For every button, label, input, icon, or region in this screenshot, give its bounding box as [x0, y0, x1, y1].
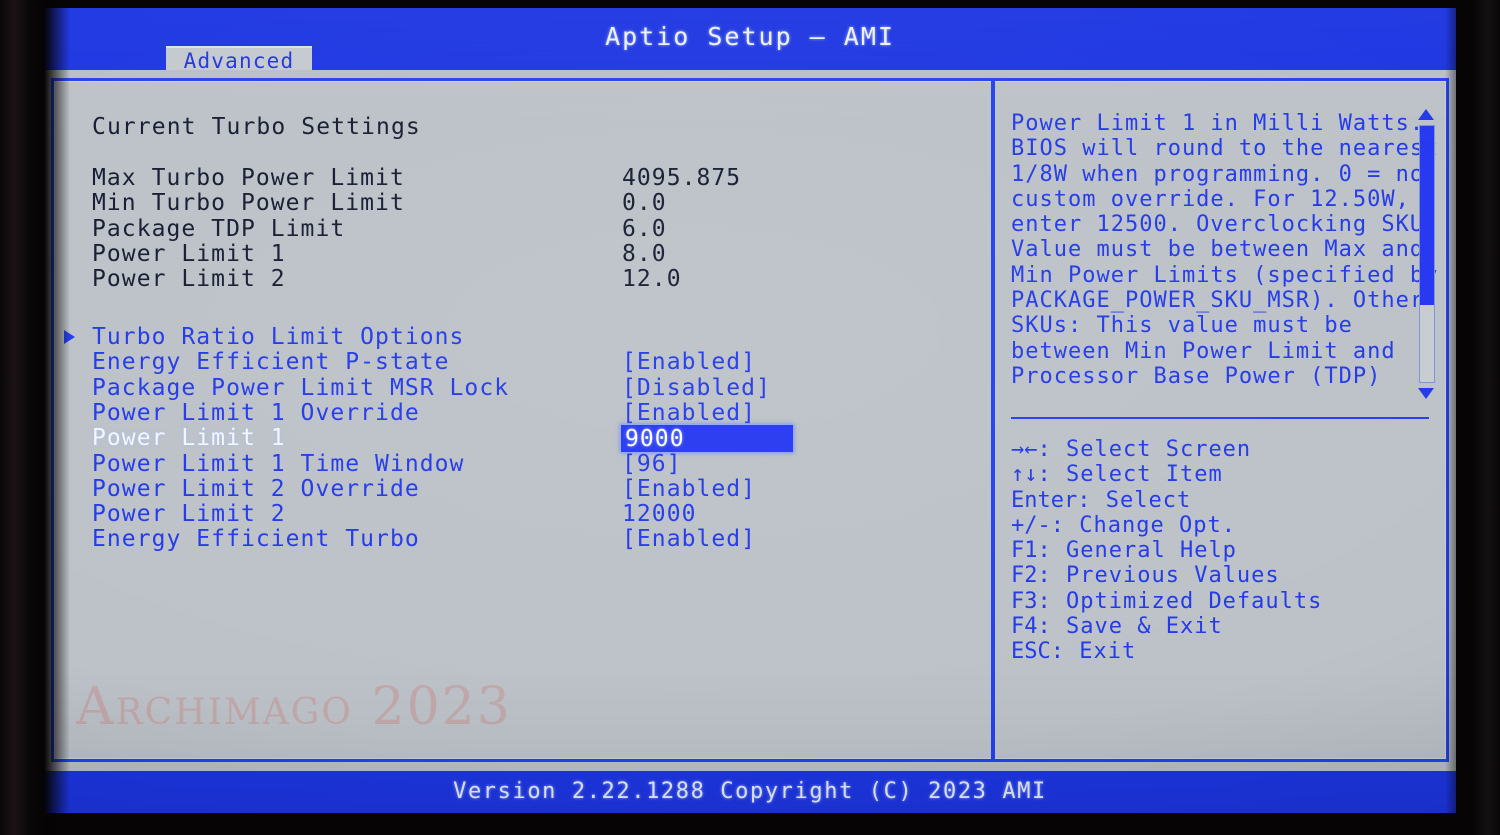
menu-item-value[interactable]: [96]	[622, 451, 682, 477]
key-glyph: ESC	[1011, 639, 1051, 665]
key-glyph: +/-	[1011, 512, 1051, 538]
help-text: Power Limit 1 in Milli Watts. BIOS will r…	[1011, 111, 1439, 389]
help-line: Power Limit 1 in Milli Watts.	[1011, 111, 1425, 136]
menu-item-energy-efficient-p-state[interactable]: Energy Efficient P-state	[92, 349, 450, 375]
menu-item-power-limit-1-time-window[interactable]: Power Limit 1 Time Window	[92, 451, 464, 477]
section-title: Current Turbo Settings	[92, 114, 421, 140]
menu-item-value[interactable]: [Enabled]	[622, 349, 756, 375]
info-row-value: 0.0	[622, 190, 667, 217]
info-row-value: 12.0	[622, 266, 682, 293]
menu-item-value[interactable]: [Enabled]	[622, 526, 756, 552]
submenu-arrow-icon	[64, 330, 75, 344]
menu-item-value[interactable]: [Disabled]	[622, 375, 771, 401]
help-line: 1/8W when programming. 0 = no	[1011, 161, 1425, 187]
title-bar: Aptio Setup – AMI Advanced	[44, 8, 1456, 76]
menu-item-energy-efficient-turbo[interactable]: Energy Efficient Turbo	[92, 526, 420, 552]
help-line: Processor Base Power (TDP)	[1011, 363, 1382, 389]
photographed-monitor: Aptio Setup – AMI Advanced Current Turbo…	[0, 0, 1500, 835]
info-row-value: 6.0	[622, 215, 667, 242]
menu-item-power-limit-2[interactable]: Power Limit 2	[92, 501, 286, 527]
help-line: custom override. For 12.50W,	[1011, 186, 1410, 212]
help-line: enter 12500. Overclocking SKU:	[1011, 212, 1439, 238]
help-line: between Min Power Limit and	[1011, 338, 1396, 364]
info-row-label: Package TDP Limit	[92, 215, 346, 242]
help-line: SKUs: This value must be	[1011, 313, 1353, 339]
key-action-label: : Save & Exit	[1037, 614, 1223, 640]
info-row-value: 8.0	[622, 240, 667, 267]
help-line: Min Power Limits (specified by	[1011, 262, 1439, 288]
menu-item-value[interactable]: [Enabled]	[622, 400, 756, 426]
key-hint: F2: Previous Values	[1011, 563, 1431, 588]
value-edit-text: 9000	[625, 426, 685, 453]
key-hint: ↑↓: Select Item	[1011, 462, 1431, 487]
key-hint: →←: Select Screen	[1011, 437, 1431, 462]
menu-item-power-limit-2-override[interactable]: Power Limit 2 Override	[92, 476, 420, 502]
key-hint: ESC: Exit	[1011, 639, 1431, 664]
menu-item-value[interactable]: [Enabled]	[622, 476, 756, 502]
value-edit-field[interactable]: 9000	[620, 424, 794, 454]
info-row-label: Min Turbo Power Limit	[92, 190, 405, 217]
key-glyph: ↑↓	[1011, 462, 1038, 488]
key-glyph: F4	[1011, 614, 1038, 640]
key-hint: F4: Save & Exit	[1011, 614, 1431, 639]
help-line: Value must be between Max and	[1011, 237, 1425, 263]
key-legend: →←: Select Screen ↑↓: Select Item Enter: S…	[1011, 437, 1431, 665]
key-hint: Enter: Select	[1011, 488, 1431, 513]
setup-body: Current Turbo Settings Max Turbo Power L…	[51, 78, 1449, 762]
menu-item-package-power-limit-msr-lock[interactable]: Package Power Limit MSR Lock	[92, 375, 509, 401]
setup-body-frame: Current Turbo Settings Max Turbo Power L…	[44, 70, 1456, 771]
status-bar: Version 2.22.1288 Copyright (C) 2023 AMI	[44, 771, 1456, 813]
key-glyph: F2	[1011, 563, 1038, 589]
key-action-label: : Select Item	[1037, 462, 1223, 488]
photo-watermark: Archimago 2023	[76, 677, 512, 737]
key-hint: F3: Optimized Defaults	[1011, 589, 1431, 614]
help-pane: Power Limit 1 in Milli Watts. BIOS will r…	[999, 81, 1446, 759]
menu-item-power-limit-1[interactable]: Power Limit 1	[92, 425, 286, 451]
info-row-label: Power Limit 2	[92, 266, 286, 293]
info-row-label: Max Turbo Power Limit	[92, 165, 405, 191]
pane-divider	[991, 81, 995, 759]
key-hint: F1: General Help	[1011, 538, 1431, 563]
help-line: BIOS will round to the nearest	[1011, 136, 1439, 162]
version-text: Version 2.22.1288 Copyright (C) 2023 AMI	[453, 779, 1047, 804]
help-scrollbar[interactable]	[1416, 109, 1436, 399]
menu-item-power-limit-1-override[interactable]: Power Limit 1 Override	[92, 400, 420, 426]
settings-pane: Current Turbo Settings Max Turbo Power L…	[54, 81, 989, 759]
scrollbar-track[interactable]	[1419, 125, 1435, 383]
key-action-label: : Change Opt.	[1050, 512, 1236, 538]
key-hint: +/-: Change Opt.	[1011, 513, 1431, 538]
scroll-up-arrow-icon[interactable]	[1418, 109, 1434, 120]
key-action-label: : Optimized Defaults	[1037, 588, 1323, 614]
key-action-label: : Exit	[1050, 639, 1137, 665]
key-action-label: : Select Screen	[1037, 437, 1252, 462]
scroll-down-arrow-icon[interactable]	[1418, 388, 1434, 399]
key-action-label: : General Help	[1037, 538, 1237, 564]
help-line: PACKAGE_POWER_SKU_MSR). Other	[1011, 288, 1425, 314]
tab-strip: Advanced	[44, 46, 1456, 76]
info-row-label: Power Limit 1	[92, 240, 286, 267]
key-glyph: F1	[1011, 538, 1038, 564]
menu-item-turbo-ratio-limit-options[interactable]: Turbo Ratio Limit Options	[92, 324, 464, 350]
key-glyph: F3	[1011, 588, 1038, 614]
bios-screen: Aptio Setup – AMI Advanced Current Turbo…	[44, 8, 1456, 813]
key-glyph: →←	[1011, 437, 1038, 462]
menu-item-value[interactable]: 12000	[622, 501, 697, 527]
key-glyph: Enter	[1011, 487, 1078, 513]
key-action-label: : Previous Values	[1037, 563, 1280, 589]
key-action-label: : Select	[1077, 487, 1192, 513]
help-separator	[1011, 417, 1429, 419]
scrollbar-thumb[interactable]	[1420, 126, 1434, 306]
info-row-value: 4095.875	[622, 165, 742, 191]
